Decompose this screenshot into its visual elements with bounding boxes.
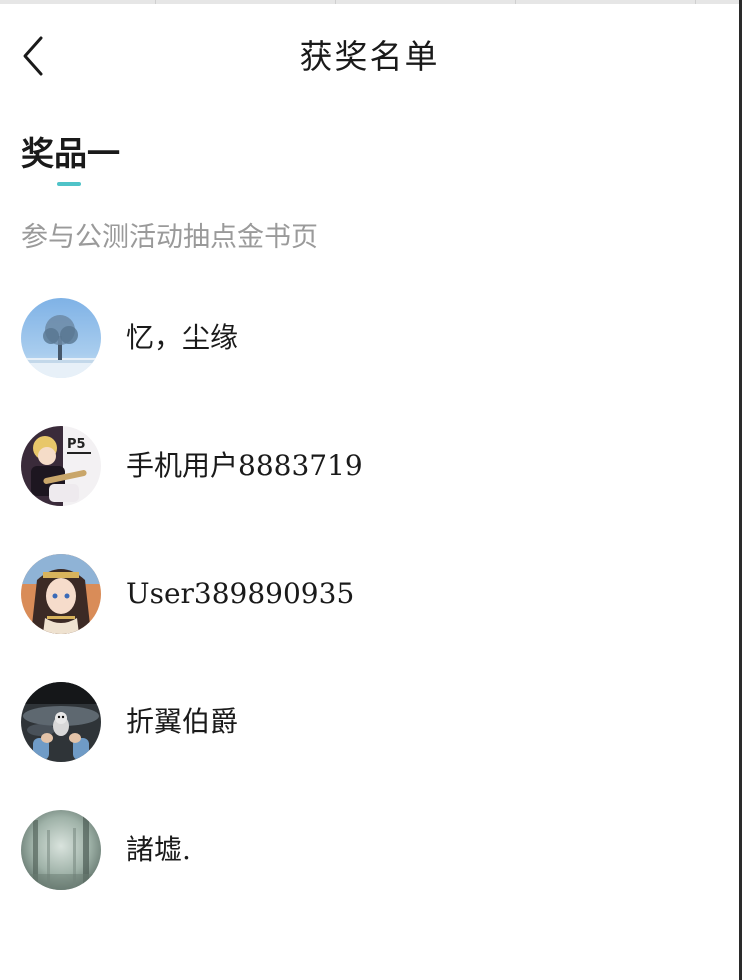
winner-name: User389890935: [126, 577, 355, 610]
winner-name: 折翼伯爵: [126, 705, 239, 738]
misty-forest-avatar[interactable]: [21, 810, 101, 890]
persona-anime-avatar[interactable]: P5: [21, 426, 101, 506]
section-title-underline: [57, 182, 81, 186]
dog-hands-avatar[interactable]: [21, 682, 101, 762]
winter-tree-avatar[interactable]: [21, 298, 101, 378]
winner-row[interactable]: 折翼伯爵: [0, 682, 739, 764]
anime-girl-avatar[interactable]: [21, 554, 101, 634]
winner-row[interactable]: 忆，尘缘: [0, 298, 739, 380]
winner-row[interactable]: P5 手机用户8883719: [0, 426, 739, 508]
svg-text:P5: P5: [67, 437, 86, 452]
winner-name: 忆，尘缘: [126, 321, 239, 354]
winner-row[interactable]: User389890935: [0, 554, 739, 636]
prize-description: 参与公测活动抽点金书页: [21, 222, 318, 253]
page-title: 获奖名单: [299, 37, 440, 76]
top-window-edge: [0, 0, 742, 4]
prize-section-title: 奖品一: [21, 134, 120, 173]
winner-name: 諸墟.: [126, 833, 191, 866]
winner-name: 手机用户8883719: [126, 449, 363, 482]
winner-row[interactable]: 諸墟.: [0, 810, 739, 892]
top-nav-bar: 获奖名单: [0, 20, 739, 96]
